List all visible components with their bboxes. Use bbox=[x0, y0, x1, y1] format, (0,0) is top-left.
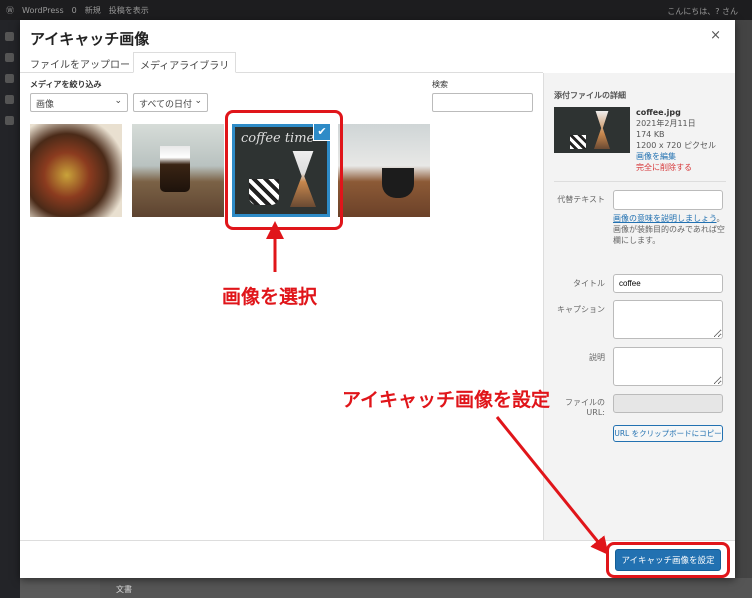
annotation-select-image: 画像を選択 bbox=[222, 286, 318, 308]
arrow-to-button bbox=[495, 416, 609, 555]
annotation-arrows bbox=[266, 221, 609, 555]
annotation-set-featured: アイキャッチ画像を設定 bbox=[342, 389, 551, 411]
